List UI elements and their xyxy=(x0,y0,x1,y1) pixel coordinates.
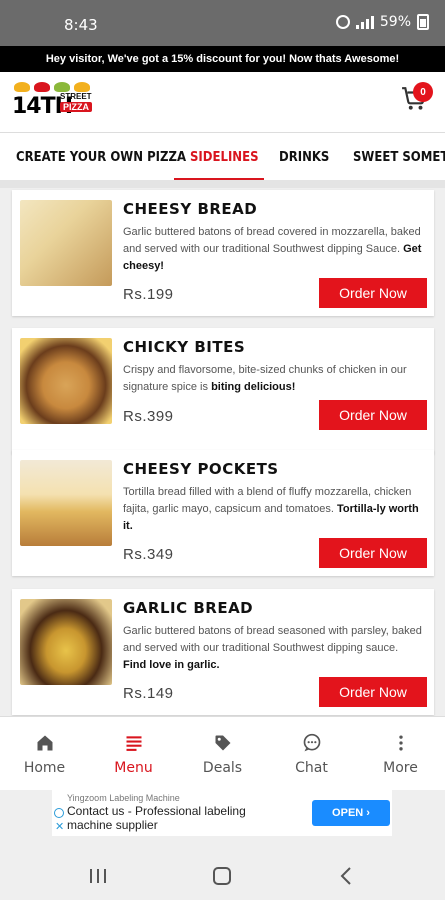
menu-icon xyxy=(123,732,145,754)
product-title: GARLIC BREAD xyxy=(123,599,254,617)
nav-more[interactable]: More xyxy=(356,717,445,791)
logo-street: STREET xyxy=(60,92,92,101)
signal-icon xyxy=(355,15,374,29)
order-now-button[interactable]: Order Now xyxy=(319,538,427,568)
product-price: Rs.199 xyxy=(123,286,174,303)
product-title: CHEESY POCKETS xyxy=(123,460,279,478)
app-header: 14TH STREET PIZZA 0 xyxy=(0,72,445,132)
product-card[interactable]: GARLIC BREAD Garlic buttered batons of b… xyxy=(12,589,434,715)
nav-label: Menu xyxy=(114,760,153,776)
product-description: Garlic buttered batons of bread covered … xyxy=(123,226,422,272)
product-price: Rs.399 xyxy=(123,408,174,425)
product-card[interactable]: CHEESY BREAD Garlic buttered batons of b… xyxy=(12,190,434,316)
back-icon[interactable] xyxy=(334,864,358,888)
product-image xyxy=(20,599,112,685)
nav-home[interactable]: Home xyxy=(0,717,89,791)
status-time: 8:43 xyxy=(64,16,98,34)
order-now-button[interactable]: Order Now xyxy=(319,278,427,308)
product-tagline: biting delicious! xyxy=(211,381,296,393)
cart-count-badge: 0 xyxy=(413,82,433,102)
ad-banner[interactable]: Yingzoom Labeling Machine ✕ Contact us -… xyxy=(52,790,392,836)
ad-open-button[interactable]: OPEN › xyxy=(312,800,390,826)
product-card[interactable]: CHICKY BITES Crispy and flavorsome, bite… xyxy=(12,328,434,454)
recent-apps-icon[interactable] xyxy=(86,864,110,888)
product-tagline: Find love in garlic. xyxy=(123,659,220,671)
product-card[interactable]: CHEESY POCKETS Tortilla bread filled wit… xyxy=(12,450,434,576)
order-now-button[interactable]: Order Now xyxy=(319,677,427,707)
nav-menu[interactable]: Menu xyxy=(89,717,178,791)
chat-icon xyxy=(301,732,323,754)
system-nav-bar xyxy=(0,852,445,900)
nav-chat[interactable]: Chat xyxy=(267,717,356,791)
product-image xyxy=(20,338,112,424)
nav-deals[interactable]: Deals xyxy=(178,717,267,791)
product-description: Garlic buttered batons of bread seasoned… xyxy=(123,625,422,671)
battery-icon xyxy=(417,14,429,30)
ad-brand: Yingzoom Labeling Machine xyxy=(67,793,180,803)
tab-drinks[interactable]: DRINKS xyxy=(279,133,329,180)
product-description: Crispy and flavorsome, bite-sized chunks… xyxy=(123,364,407,393)
product-image xyxy=(20,200,112,286)
status-bar: 8:43 59% xyxy=(0,0,445,46)
cart-button[interactable]: 0 xyxy=(401,82,433,116)
battery-percent: 59% xyxy=(379,14,411,30)
order-now-button[interactable]: Order Now xyxy=(319,400,427,430)
logo-pizza: PIZZA xyxy=(60,102,92,112)
bottom-nav: Home Menu Deals Chat More xyxy=(0,716,445,790)
product-price: Rs.149 xyxy=(123,685,174,702)
ad-info-icon[interactable] xyxy=(54,808,64,818)
tab-create-your-own-pizza[interactable]: CREATE YOUR OWN PIZZA xyxy=(16,133,186,180)
tag-icon xyxy=(212,732,234,754)
nav-label: Deals xyxy=(202,760,243,776)
product-image xyxy=(20,460,112,546)
promo-text: Hey visitor, We've got a 15% discount fo… xyxy=(45,53,400,65)
ad-text: Contact us - Professional labeling machi… xyxy=(67,804,246,832)
promo-banner: Hey visitor, We've got a 15% discount fo… xyxy=(0,46,445,72)
status-icons: 59% xyxy=(335,14,429,30)
nav-label: Home xyxy=(23,760,66,776)
product-description: Tortilla bread filled with a blend of fl… xyxy=(123,486,419,532)
logo[interactable]: 14TH STREET PIZZA xyxy=(10,80,92,126)
category-tabs: CREATE YOUR OWN PIZZA SIDELINES DRINKS S… xyxy=(0,132,445,180)
tab-sidelines[interactable]: SIDELINES xyxy=(190,133,259,180)
ad-close-icon[interactable]: ✕ xyxy=(55,822,64,833)
product-title: CHEESY BREAD xyxy=(123,200,258,218)
logo-pizza-slices-icon xyxy=(14,82,90,92)
home-button-icon[interactable] xyxy=(210,864,234,888)
more-vertical-icon xyxy=(390,732,412,754)
nav-label: More xyxy=(383,760,418,776)
nav-label: Chat xyxy=(295,760,328,776)
tab-sweet-something[interactable]: SWEET SOMETHI xyxy=(353,133,445,180)
product-title: CHICKY BITES xyxy=(123,338,246,356)
alarm-icon xyxy=(335,15,350,29)
product-price: Rs.349 xyxy=(123,546,174,563)
divider xyxy=(0,180,445,188)
home-icon xyxy=(34,732,56,754)
